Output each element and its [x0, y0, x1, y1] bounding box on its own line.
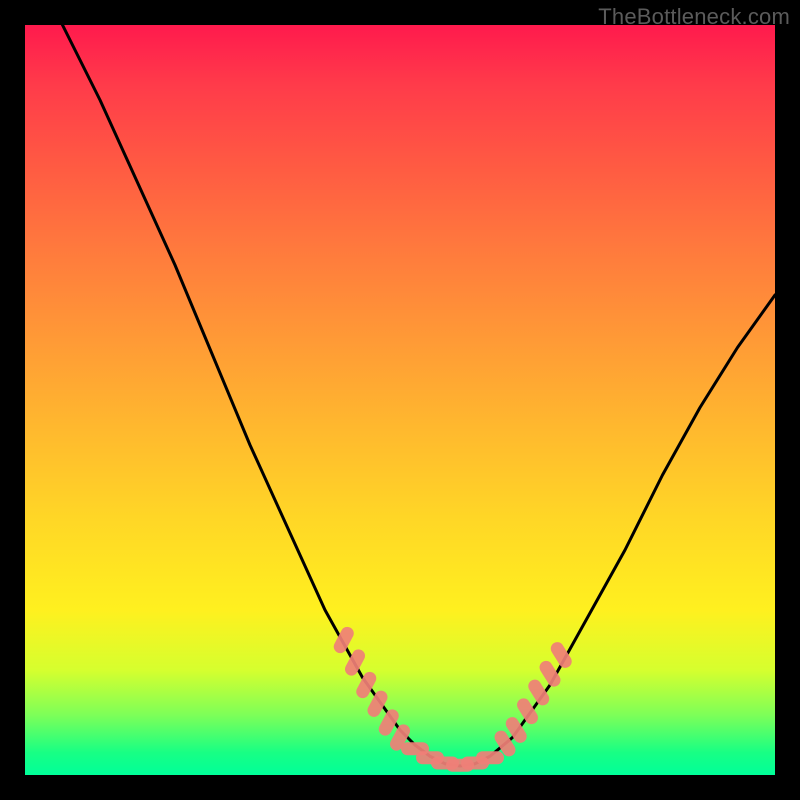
marker-layer — [340, 633, 565, 765]
data-marker — [351, 656, 358, 669]
data-marker — [374, 697, 381, 710]
data-marker — [535, 686, 543, 699]
bottleneck-curve-path — [63, 25, 776, 766]
bottleneck-chart — [25, 25, 775, 775]
data-marker — [340, 633, 347, 646]
data-marker — [512, 724, 520, 737]
data-marker — [557, 649, 565, 662]
chart-gradient-area — [25, 25, 775, 775]
data-marker — [501, 737, 509, 750]
data-marker — [524, 705, 532, 718]
data-marker — [396, 731, 403, 744]
curve-layer — [63, 25, 776, 766]
data-marker — [546, 667, 554, 680]
data-marker — [385, 716, 392, 729]
data-marker — [363, 678, 370, 691]
